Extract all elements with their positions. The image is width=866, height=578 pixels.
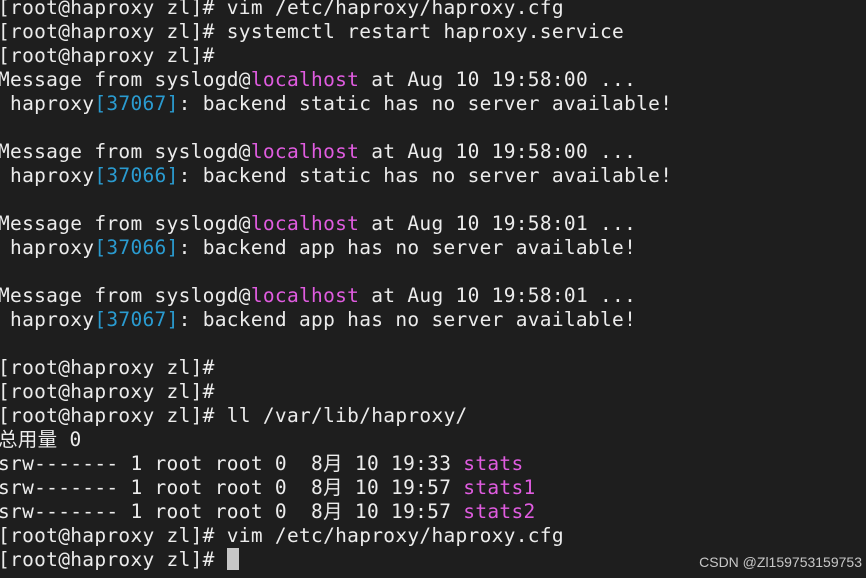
terminal-line: Message from syslogd@localhost at Aug 10… xyxy=(0,68,866,92)
terminal-text: at Aug 10 19:58:01 ... xyxy=(359,212,637,235)
terminal-text: [root@haproxy zl]# vim /etc/haproxy/hapr… xyxy=(0,0,564,19)
terminal-host-text: localhost xyxy=(250,284,360,307)
terminal-text: 总用量 0 xyxy=(0,428,82,451)
terminal-line: Message from syslogd@localhost at Aug 10… xyxy=(0,212,866,236)
terminal-text: Message from syslogd@ xyxy=(0,140,251,163)
csdn-watermark: CSDN @Zl159753159753 xyxy=(699,554,862,570)
terminal-line: haproxy[37067]: backend app has no serve… xyxy=(0,308,866,332)
terminal-text: [root@haproxy zl]# systemctl restart hap… xyxy=(0,20,625,43)
terminal-text: haproxy xyxy=(0,308,95,331)
terminal-text: : backend app has no server available! xyxy=(178,308,637,331)
terminal-text: [root@haproxy zl]# xyxy=(0,356,215,379)
terminal-line: srw------- 1 root root 0 8月 10 19:57 sta… xyxy=(0,500,866,524)
terminal-text: srw------- 1 root root 0 8月 10 19:57 xyxy=(0,476,464,499)
terminal-pid-text: [37066] xyxy=(94,236,179,259)
terminal-line: [root@haproxy zl]# xyxy=(0,356,866,380)
terminal-text: srw------- 1 root root 0 8月 10 19:33 xyxy=(0,452,464,475)
terminal-text: at Aug 10 19:58:00 ... xyxy=(359,140,637,163)
terminal-text: [root@haproxy zl]# vim /etc/haproxy/hapr… xyxy=(0,524,564,547)
terminal-text: [root@haproxy zl]# xyxy=(0,548,227,571)
text-cursor xyxy=(226,548,239,570)
terminal-line: [root@haproxy zl]# vim /etc/haproxy/hapr… xyxy=(0,524,866,548)
terminal-line: [root@haproxy zl]# xyxy=(0,380,866,404)
terminal-text: [root@haproxy zl]# xyxy=(0,44,215,67)
terminal-pid-text: [37066] xyxy=(94,164,179,187)
terminal-host-text: localhost xyxy=(250,140,360,163)
terminal-host-text: localhost xyxy=(250,212,360,235)
terminal-file-text: stats1 xyxy=(463,476,536,499)
terminal-line: Message from syslogd@localhost at Aug 10… xyxy=(0,140,866,164)
terminal-line: [root@haproxy zl]# ll /var/lib/haproxy/ xyxy=(0,404,866,428)
terminal-text: at Aug 10 19:58:01 ... xyxy=(359,284,637,307)
terminal-line: Message from syslogd@localhost at Aug 10… xyxy=(0,284,866,308)
terminal-text: haproxy xyxy=(0,92,95,115)
terminal-line: [root@haproxy zl]# xyxy=(0,44,866,68)
terminal-text: haproxy xyxy=(0,236,95,259)
terminal-line: haproxy[37067]: backend static has no se… xyxy=(0,92,866,116)
terminal-file-text: stats xyxy=(463,452,524,475)
terminal-text: Message from syslogd@ xyxy=(0,212,251,235)
terminal-line: srw------- 1 root root 0 8月 10 19:33 sta… xyxy=(0,452,866,476)
terminal-line: [root@haproxy zl]# systemctl restart hap… xyxy=(0,20,866,44)
terminal-text: [root@haproxy zl]# ll /var/lib/haproxy/ xyxy=(0,404,468,427)
terminal-text: : backend static has no server available… xyxy=(178,164,673,187)
terminal-line: 总用量 0 xyxy=(0,428,866,452)
terminal-output[interactable]: [root@haproxy zl]# vim /etc/haproxy/hapr… xyxy=(0,0,866,572)
terminal-line: srw------- 1 root root 0 8月 10 19:57 sta… xyxy=(0,476,866,500)
terminal-text: at Aug 10 19:58:00 ... xyxy=(359,68,637,91)
terminal-line: [root@haproxy zl]# vim /etc/haproxy/hapr… xyxy=(0,0,866,20)
terminal-file-text: stats2 xyxy=(463,500,536,523)
terminal-text: Message from syslogd@ xyxy=(0,284,251,307)
terminal-text: : backend app has no server available! xyxy=(178,236,637,259)
terminal-text: [root@haproxy zl]# xyxy=(0,380,215,403)
terminal-text: srw------- 1 root root 0 8月 10 19:57 xyxy=(0,500,464,523)
terminal-text: Message from syslogd@ xyxy=(0,68,251,91)
terminal-host-text: localhost xyxy=(250,68,360,91)
terminal-text: haproxy xyxy=(0,164,95,187)
terminal-pid-text: [37067] xyxy=(94,92,179,115)
terminal-line: haproxy[37066]: backend static has no se… xyxy=(0,164,866,188)
terminal-text: : backend static has no server available… xyxy=(178,92,673,115)
terminal-line: haproxy[37066]: backend app has no serve… xyxy=(0,236,866,260)
terminal-pid-text: [37067] xyxy=(94,308,179,331)
